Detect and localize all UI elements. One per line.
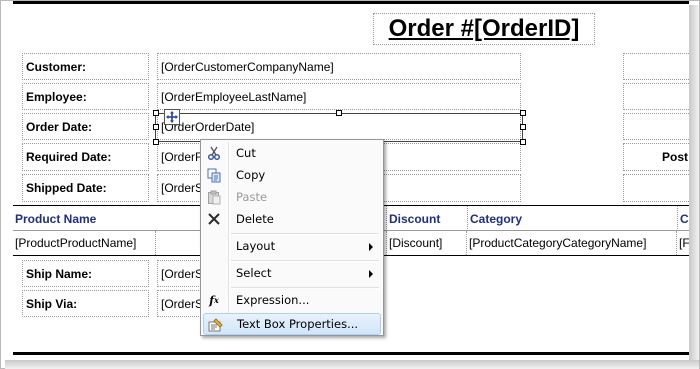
resize-handle-w[interactable] [153,124,159,130]
selection-outline [155,113,523,142]
report-canvas[interactable]: Order #[OrderID] Customer: [OrderCustome… [1,1,689,360]
submenu-arrow-icon [369,270,373,278]
menu-item-delete[interactable]: Delete [203,208,381,230]
customer-label[interactable]: Customer: [22,53,149,80]
move-icon[interactable] [164,109,180,125]
customer-value-textbox[interactable]: [OrderCustomerCompanyName] [157,53,521,80]
delete-x-icon [206,211,222,227]
page-bottom-line [13,352,689,355]
right-textbox-3[interactable] [623,113,689,140]
menu-item-copy-label: Copy [236,168,266,182]
postal-label-partial[interactable]: Post [623,143,689,171]
shipped-date-value: [OrderS [161,181,204,195]
right-textbox-5[interactable] [623,174,689,202]
report-title: Order #[OrderID] [388,15,580,42]
frame-shadow-bottom [5,360,699,369]
function-fx-icon: fx [209,293,219,307]
scissors-icon [206,145,222,161]
shipped-date-label[interactable]: Shipped Date: [22,174,149,202]
col-header-category[interactable]: Category [467,206,677,231]
ship-via-label[interactable]: Ship Via: [22,290,149,317]
report-title-textbox[interactable]: Order #[OrderID] [373,13,595,45]
copy-icon [206,167,222,183]
menu-item-paste[interactable]: Paste [203,186,381,208]
menu-item-expression-label: Expression... [236,293,310,307]
resize-handle-nw[interactable] [153,110,159,116]
menu-item-delete-label: Delete [236,212,274,226]
context-menu: Cut Copy Paste Delete Layout Select f x … [200,139,384,336]
col-header-discount[interactable]: Discount [386,206,466,231]
menu-item-layout[interactable]: Layout [203,235,381,257]
employee-value-textbox[interactable]: [OrderEmployeeLastName] [157,83,521,110]
resize-handle-e[interactable] [520,124,526,130]
right-textbox-2[interactable] [623,83,689,110]
resize-handle-se[interactable] [520,139,526,145]
frame-shadow-right [689,5,699,369]
submenu-arrow-icon [369,243,373,251]
menu-item-paste-label: Paste [236,190,268,204]
required-date-value: [OrderF [161,150,203,164]
menu-item-select-label: Select [236,266,272,280]
properties-icon [207,317,223,333]
col-header-product-name[interactable]: Product Name [13,206,155,231]
menu-item-textbox-properties[interactable]: Text Box Properties... [203,313,381,335]
menu-item-textbox-properties-label: Text Box Properties... [237,317,359,331]
menu-item-cut-label: Cut [236,146,256,160]
menu-item-cut[interactable]: Cut [203,142,381,164]
table-cell-product-name[interactable]: [ProductProductName] [13,231,156,255]
menu-item-expression[interactable]: fx Expression... [203,289,381,311]
menu-item-copy[interactable]: Copy [203,164,381,186]
table-cell-category[interactable]: [ProductCategoryCategoryName] [467,231,677,255]
resize-handle-ne[interactable] [520,110,526,116]
col-header-partial[interactable]: C [677,206,689,231]
required-date-label[interactable]: Required Date: [22,143,149,171]
ship-name-label[interactable]: Ship Name: [22,260,149,287]
table-cell-partial[interactable]: [F [677,231,689,255]
order-date-label[interactable]: Order Date: [22,113,149,140]
employee-label[interactable]: Employee: [22,83,149,110]
resize-handle-sw[interactable] [153,139,159,145]
resize-handle-n[interactable] [336,110,342,116]
right-textbox-1[interactable] [623,53,689,80]
menu-item-layout-label: Layout [236,239,276,253]
page-top-line [13,1,689,4]
menu-item-select[interactable]: Select [203,262,381,284]
table-cell-discount[interactable]: [Discount] [386,231,467,255]
paste-icon [206,189,222,205]
